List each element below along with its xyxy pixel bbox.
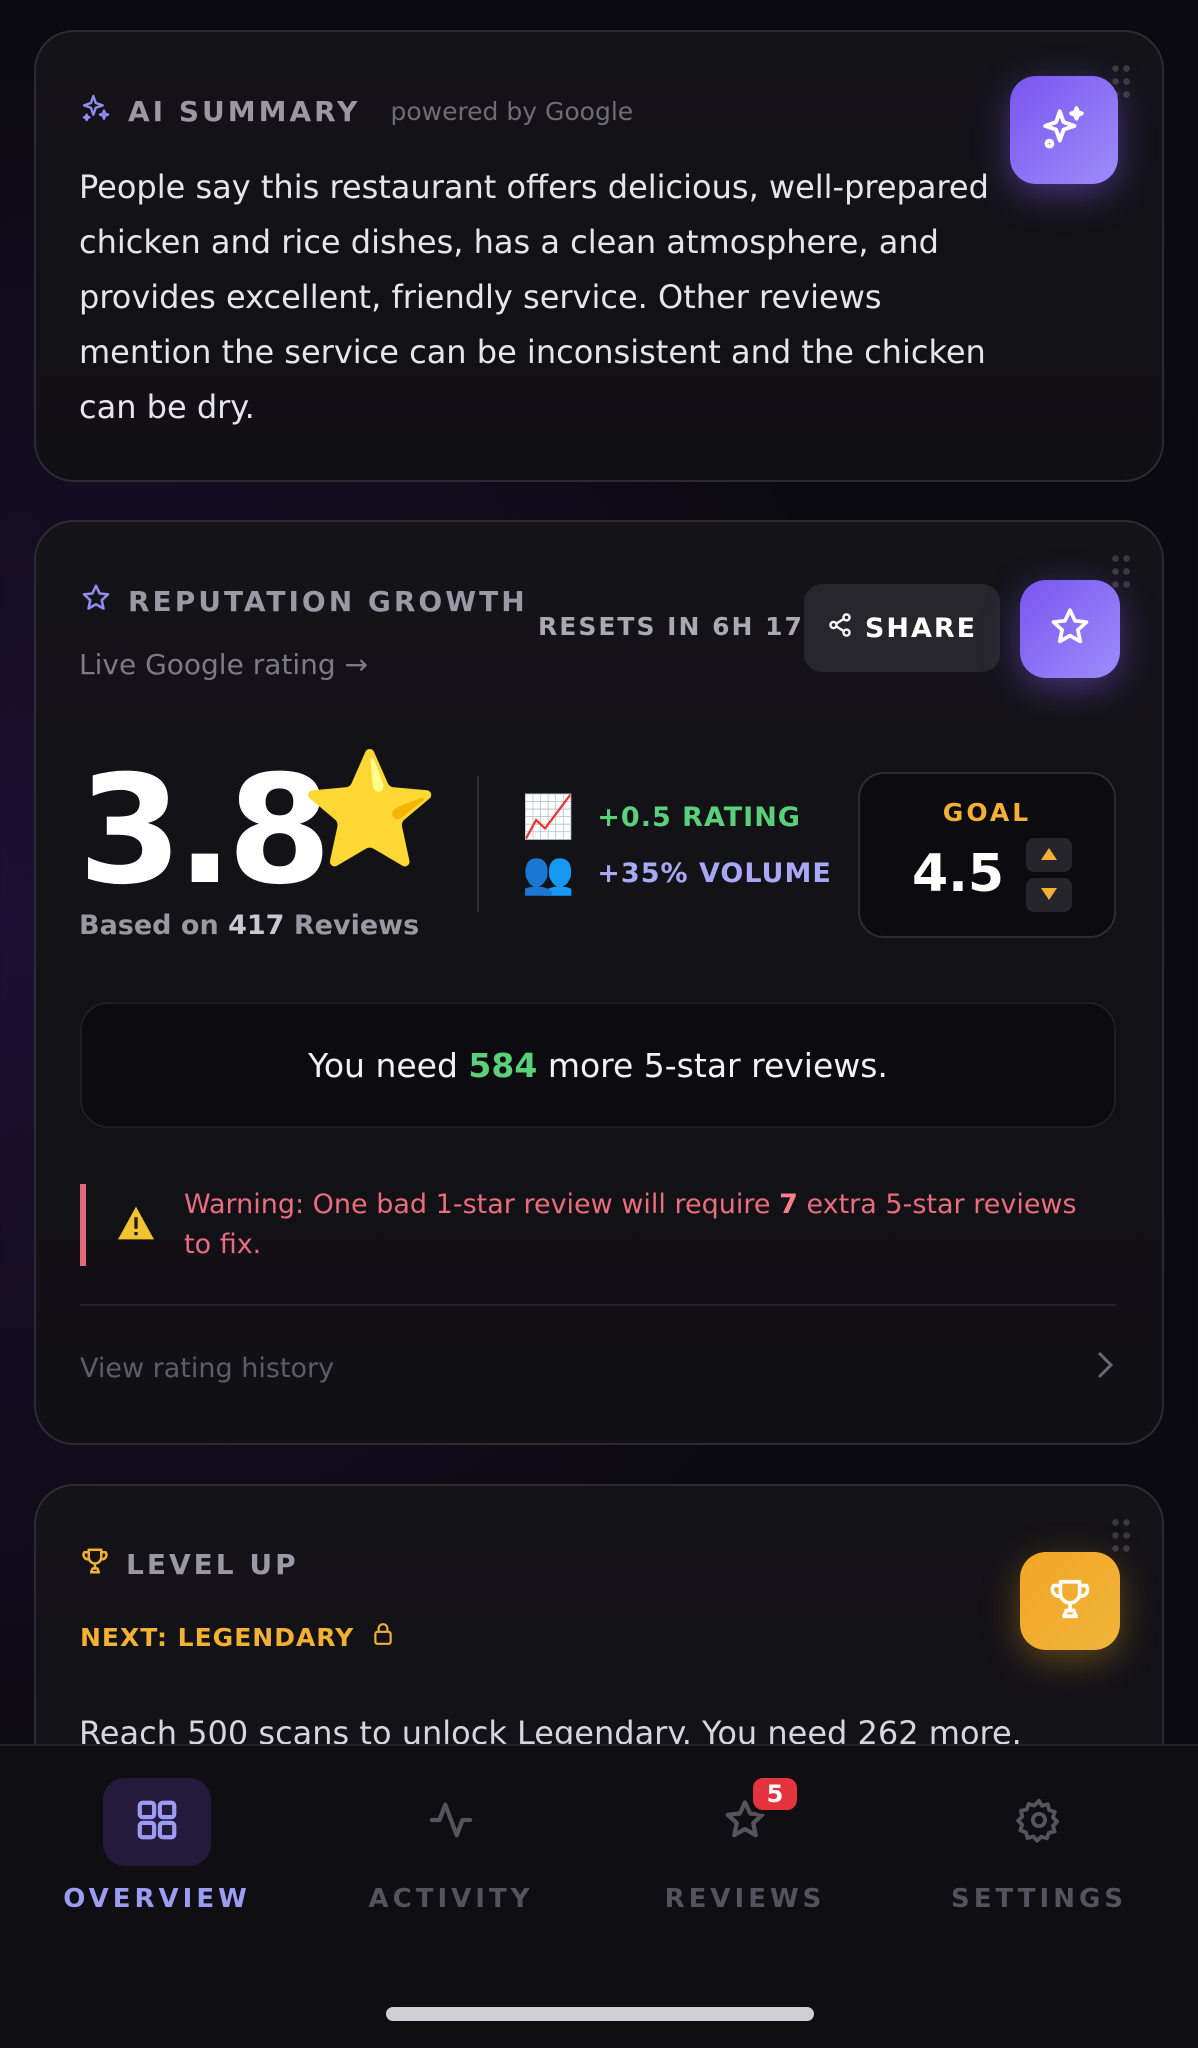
nav-overview[interactable]: OVERVIEW	[12, 1778, 302, 1914]
warning-icon	[116, 1205, 156, 1245]
based-on-reviews: Based on 417 Reviews	[79, 910, 419, 941]
ai-summary-tile[interactable]	[1010, 76, 1118, 184]
triangle-down-icon	[1040, 887, 1058, 904]
nav-label: ACTIVITY	[368, 1884, 534, 1914]
level-up-header: LEVEL UP	[80, 1546, 299, 1583]
gear-icon	[1016, 1797, 1062, 1847]
need-suffix: more 5-star reviews.	[547, 1045, 888, 1085]
card-divider	[80, 1304, 1116, 1306]
nav-label: OVERVIEW	[63, 1884, 251, 1914]
reputation-header: REPUTATION GROWTH	[80, 582, 528, 621]
people-icon: 👥	[522, 848, 576, 897]
share-button[interactable]: SHARE	[804, 584, 1000, 672]
grid-icon	[134, 1797, 180, 1847]
ai-summary-text: People say this restaurant offers delici…	[79, 168, 989, 426]
powered-by-label: powered by Google	[390, 97, 634, 126]
sparkle-icon	[80, 92, 112, 131]
nav-activity[interactable]: ACTIVITY	[306, 1778, 596, 1914]
reputation-tile[interactable]	[1020, 580, 1120, 678]
warning-count: 7	[779, 1189, 798, 1220]
rating-change-stat: 📈 +0.5 RATING	[522, 792, 801, 842]
reputation-title: REPUTATION GROWTH	[128, 585, 528, 618]
trophy-icon	[1047, 1576, 1093, 1626]
volume-change-stat: 👥 +35% VOLUME	[522, 848, 832, 898]
nav-label: SETTINGS	[950, 1884, 1128, 1914]
resets-timer: RESETS IN 6H 17M	[538, 612, 831, 641]
bottom-nav: OVERVIEW ACTIVITY 5 REVIEWS SETTINGS	[0, 1744, 1198, 2048]
need-count: 584	[468, 1045, 538, 1085]
share-label: SHARE	[864, 612, 978, 644]
chevron-right-icon	[1094, 1350, 1116, 1387]
nav-icon-wrap	[397, 1778, 505, 1866]
nav-icon-wrap	[985, 1778, 1093, 1866]
reviews-badge: 5	[749, 1774, 801, 1814]
next-level-label: NEXT: LEGENDARY	[80, 1622, 355, 1652]
warning-text: Warning: One bad 1-star review will requ…	[184, 1185, 1104, 1265]
nav-reviews[interactable]: 5 REVIEWS	[600, 1774, 890, 1914]
need-prefix: You need	[308, 1045, 458, 1085]
drag-handle[interactable]	[1110, 552, 1132, 592]
current-rating: 3.8	[78, 744, 332, 918]
drag-handle[interactable]	[1110, 1516, 1132, 1556]
star-outline-icon	[1048, 605, 1092, 653]
warning-prefix: Warning: One bad 1-star review will requ…	[184, 1189, 771, 1220]
lock-icon	[372, 1622, 394, 1652]
level-up-title: LEVEL UP	[126, 1548, 299, 1581]
stats-divider	[477, 776, 479, 912]
triangle-up-icon	[1040, 847, 1058, 864]
live-google-rating-link[interactable]: Live Google rating →	[79, 648, 368, 681]
warning-banner: Warning: One bad 1-star review will requ…	[80, 1184, 1116, 1266]
goal-increase-button[interactable]	[1026, 838, 1072, 872]
goal-box: GOAL 4.5	[858, 772, 1116, 938]
based-on-suffix: Reviews	[293, 910, 420, 941]
trophy-icon	[80, 1546, 110, 1583]
nav-label: REVIEWS	[664, 1884, 826, 1914]
star-outline-icon	[80, 582, 112, 621]
view-rating-history-link[interactable]: View rating history	[80, 1350, 1116, 1387]
activity-icon	[428, 1797, 474, 1847]
ai-summary-title: AI SUMMARY	[128, 95, 361, 128]
goal-value: 4.5	[912, 844, 1005, 904]
history-label: View rating history	[80, 1353, 335, 1384]
reviews-needed-box: You need 584 more 5-star reviews.	[80, 1002, 1116, 1128]
share-icon	[827, 612, 853, 645]
review-count: 417	[228, 910, 285, 941]
sparkle-icon	[1039, 103, 1089, 157]
rating-change-label: +0.5 RATING	[597, 801, 801, 833]
goal-label: GOAL	[942, 798, 1032, 827]
home-indicator[interactable]	[386, 2007, 814, 2021]
nav-settings[interactable]: SETTINGS	[894, 1778, 1184, 1914]
nav-icon-wrap	[103, 1778, 211, 1866]
based-on-prefix: Based on	[79, 910, 219, 941]
chart-up-icon: 📈	[522, 792, 576, 841]
next-level-row: NEXT: LEGENDARY	[80, 1622, 394, 1652]
level-up-tile[interactable]	[1020, 1552, 1120, 1650]
nav-icon-wrap: 5	[691, 1774, 801, 1866]
volume-change-label: +35% VOLUME	[597, 857, 832, 889]
goal-decrease-button[interactable]	[1026, 878, 1072, 912]
ai-summary-header: AI SUMMARY powered by Google	[80, 92, 633, 131]
star-emoji-icon: ⭐	[300, 745, 440, 875]
